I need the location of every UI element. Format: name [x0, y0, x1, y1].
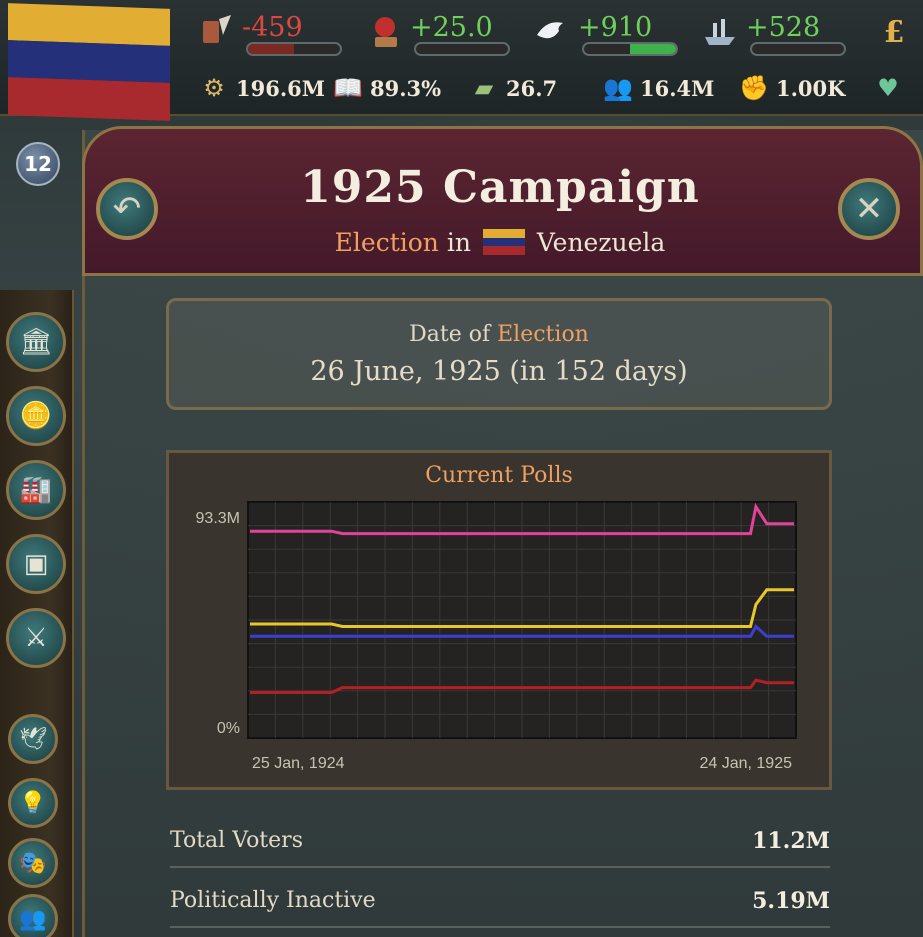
- campaign-subtitle: Election in Venezuela: [300, 228, 700, 257]
- y-tick-top: 93.3M: [196, 510, 240, 527]
- technology-button[interactable]: 💡: [8, 778, 58, 828]
- fist-icon: ✊: [739, 74, 769, 102]
- authority-value: -459: [242, 12, 303, 43]
- inactive-value: 5.19M: [752, 888, 830, 914]
- crate-icon: ▣: [23, 549, 49, 579]
- gdp-icon: ⚙: [203, 74, 225, 102]
- date-label-prefix: Date of: [409, 322, 491, 347]
- campaign-title: 1925 Campaign: [300, 162, 700, 213]
- money-stat[interactable]: ▰ 26.7: [468, 70, 557, 106]
- radicals-value: 1.00K: [776, 75, 846, 101]
- radicals-stat[interactable]: ✊ 1.00K: [738, 70, 845, 106]
- literacy-stat[interactable]: 📖 89.3%: [332, 70, 441, 106]
- close-icon: ✕: [854, 189, 884, 229]
- dove-icon: [532, 12, 572, 52]
- total-voters-label: Total Voters: [170, 828, 303, 853]
- budget-button[interactable]: 🪙: [6, 386, 66, 446]
- inactive-label: Politically Inactive: [170, 888, 376, 913]
- money-value: 26.7: [506, 75, 558, 101]
- country-flag[interactable]: [8, 3, 170, 121]
- election-word: Election: [334, 228, 439, 257]
- pound-icon: £: [883, 14, 905, 50]
- coins-icon: 🪙: [19, 401, 53, 431]
- y-tick-bottom: 0%: [217, 720, 240, 737]
- population-button[interactable]: 👥: [8, 894, 58, 937]
- bureaucracy-bar: [414, 42, 510, 56]
- rank-number: 12: [16, 142, 60, 186]
- election-date-value: 26 June, 1925 (in 152 days): [310, 356, 688, 387]
- date-label-highlight: Election: [497, 322, 589, 347]
- population-icon: 👥: [603, 74, 633, 102]
- diplomacy-button[interactable]: 🕊: [8, 714, 58, 764]
- stat-row-total-voters: Total Voters 11.2M: [170, 818, 830, 868]
- back-button[interactable]: ↶: [96, 178, 158, 240]
- influence-bar: [582, 42, 678, 56]
- swords-icon: ⚔: [24, 623, 48, 653]
- quill-icon: [196, 12, 236, 52]
- rank-badge[interactable]: 12: [6, 136, 70, 192]
- influence-value: +910: [578, 12, 653, 43]
- literacy-icon: 📖: [333, 74, 363, 102]
- x-tick-start: 25 Jan, 1924: [252, 755, 345, 772]
- literacy-value: 89.3%: [370, 75, 442, 101]
- people-icon: 👥: [19, 906, 47, 932]
- culture-button[interactable]: 🎭: [8, 838, 58, 888]
- population-value: 16.4M: [640, 75, 715, 101]
- authority-bar: [246, 42, 342, 56]
- left-sidebar: 🏛 🪙 🏭 ▣ ⚔ 🕊 💡 🎭 👥: [0, 290, 74, 937]
- close-button[interactable]: ✕: [838, 178, 900, 240]
- theater-mask-icon: 🎭: [19, 850, 47, 876]
- heart-icon: ♥: [877, 74, 899, 102]
- x-tick-end: 24 Jan, 1925: [699, 755, 792, 772]
- back-arrow-icon: ↶: [112, 189, 142, 229]
- election-date-box: [166, 298, 832, 410]
- seal-icon: [364, 12, 404, 52]
- production-button[interactable]: 🏭: [6, 460, 66, 520]
- navy-value: +528: [746, 12, 821, 43]
- polls-chart: 93.3M 0% 25 Jan, 1924 24 Jan, 1925: [196, 501, 797, 772]
- dove-icon: 🕊: [19, 726, 47, 752]
- market-button[interactable]: ▣: [6, 534, 66, 594]
- country-name: Venezuela: [536, 228, 666, 257]
- stat-row-inactive: Politically Inactive 5.19M: [170, 878, 830, 928]
- navy-bar: [750, 42, 846, 56]
- bureaucracy-value: +25.0: [410, 12, 493, 43]
- government-button[interactable]: 🏛: [6, 312, 66, 372]
- top-bar: -459 +25.0 +910 +528 £ ⚙ 196.6M 📖 89.3% …: [0, 0, 923, 121]
- population-stat[interactable]: 👥 16.4M: [602, 70, 714, 106]
- government-icon: 🏛: [19, 327, 53, 357]
- loyalists-stat[interactable]: ♥: [872, 70, 904, 106]
- gdp-stat[interactable]: ⚙ 196.6M: [198, 70, 325, 106]
- factory-icon: 🏭: [19, 475, 53, 505]
- lightbulb-icon: 💡: [19, 790, 47, 816]
- ship-icon: [700, 12, 740, 52]
- military-button[interactable]: ⚔: [6, 608, 66, 668]
- total-voters-value: 11.2M: [752, 828, 830, 854]
- in-word: in: [446, 228, 471, 257]
- money-icon: ▰: [474, 74, 494, 102]
- date-label: Date of Election: [166, 322, 832, 347]
- country-mini-flag: [482, 229, 525, 255]
- gdp-value: 196.6M: [236, 75, 326, 101]
